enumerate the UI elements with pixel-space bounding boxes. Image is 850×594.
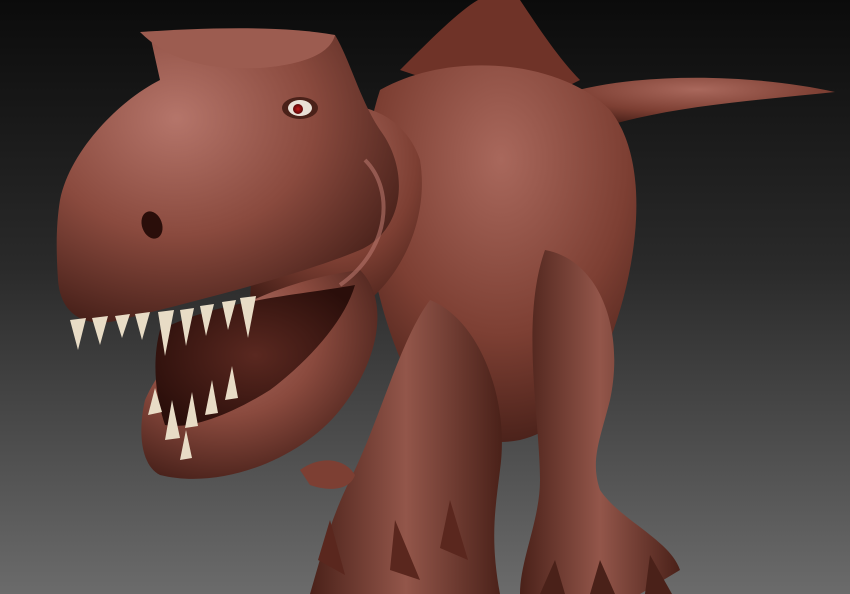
dinosaur-model[interactable] — [0, 0, 850, 594]
right-leg — [520, 250, 680, 594]
arm — [300, 460, 355, 489]
3d-viewport[interactable] — [0, 0, 850, 594]
eye-iris — [293, 104, 303, 114]
